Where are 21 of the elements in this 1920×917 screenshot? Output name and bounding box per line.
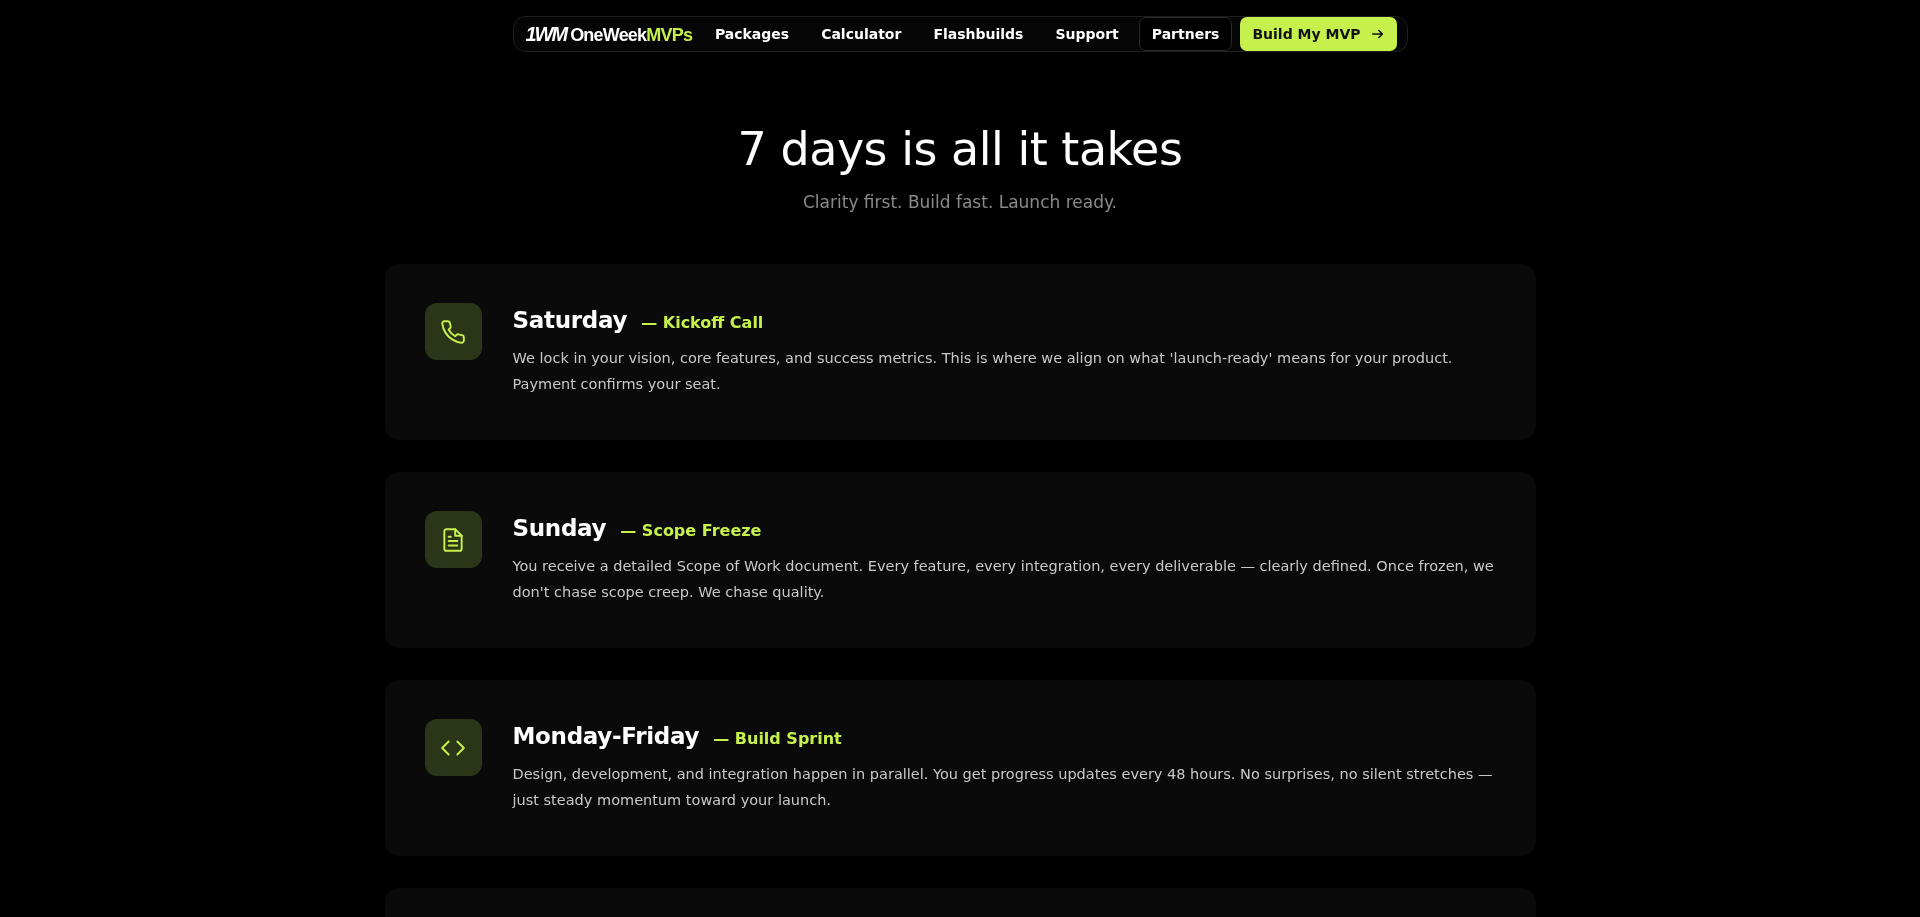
section-title: 7 days is all it takes <box>737 122 1183 176</box>
step-phase: — Build Sprint <box>713 729 842 748</box>
step-phase: — Scope Freeze <box>620 521 762 540</box>
step-description: Design, development, and integration happen in parallel. You get progress updates every 48 hours. No surprises, no silent stretches — just steady momentum toward your launch. <box>512 765 1494 810</box>
nav-link[interactable]: Flashbuilds <box>933 26 1024 42</box>
section-subtitle: Clarity first. Build fast. Launch ready. <box>803 192 1117 212</box>
document-icon <box>440 526 466 553</box>
logo[interactable]: 1WM OneWeekMVPs <box>525 22 693 46</box>
step-day: Saturday <box>512 307 628 333</box>
step-day: Sunday <box>512 515 607 541</box>
step-description: You receive a detailed Scope of Work document. Every feature, every integration, every deliverable — clearly defined. Once frozen, we don't chase scope creep. We chase quality. <box>512 557 1495 602</box>
arrow-icon <box>1370 27 1385 41</box>
partners-button[interactable]: Partners <box>1138 17 1233 51</box>
phone-icon <box>440 318 466 345</box>
cta-button[interactable]: Build My MVP <box>1240 17 1397 51</box>
step-description: We lock in your vision, core features, and success metrics. This is where we align on what 'launch-ready' means for your product. Payment confirms your seat. <box>512 349 1454 394</box>
step-day: Monday-Friday <box>512 723 700 749</box>
nav-link[interactable]: Support <box>1055 26 1119 42</box>
nav-link[interactable]: Calculator <box>821 26 902 42</box>
step-phase: — Kickoff Call <box>641 313 764 332</box>
nav-link[interactable]: Packages <box>714 26 790 42</box>
